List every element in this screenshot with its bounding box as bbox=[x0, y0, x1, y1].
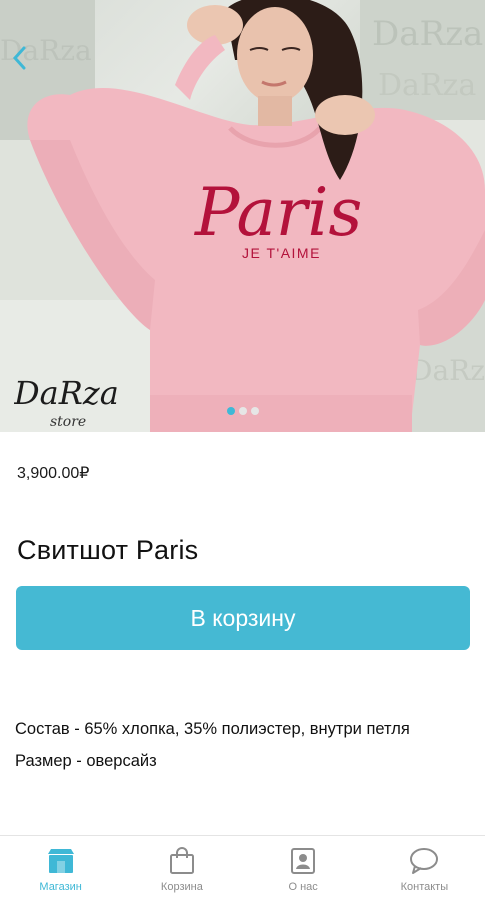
svg-text:DaRza: DaRza bbox=[378, 68, 476, 103]
nav-item-cart[interactable]: Корзина bbox=[121, 836, 242, 900]
description-line: Состав - 65% хлопка, 35% полиэстер, внут… bbox=[15, 720, 410, 738]
bottom-navigation: Магазин Корзина О нас Контакты bbox=[0, 835, 485, 900]
back-arrow-icon[interactable] bbox=[8, 40, 30, 76]
product-image-carousel[interactable]: DaRza DaRza DaRza DaRza Paris JE T'AIME bbox=[0, 0, 485, 432]
product-price: 3,900.00₽ bbox=[17, 465, 90, 482]
nav-item-contacts[interactable]: Контакты bbox=[364, 836, 485, 900]
store-icon bbox=[45, 846, 77, 876]
nav-label: Магазин bbox=[39, 881, 82, 893]
carousel-dot[interactable] bbox=[226, 407, 235, 415]
product-photo: DaRza DaRza DaRza DaRza Paris JE T'AIME bbox=[0, 0, 485, 432]
brand-logo: DaRza store bbox=[14, 374, 119, 430]
carousel-dot[interactable] bbox=[238, 407, 247, 415]
nav-label: Контакты bbox=[400, 881, 449, 893]
description-line: Размер - оверсайз bbox=[15, 752, 157, 770]
sweater-print-main: Paris bbox=[194, 174, 362, 251]
svg-text:DaRza: DaRza bbox=[410, 354, 485, 387]
chat-bubble-icon bbox=[408, 846, 440, 876]
nav-label: О нас bbox=[288, 881, 318, 893]
svg-text:DaRza: DaRza bbox=[372, 14, 483, 54]
shopping-bag-icon bbox=[166, 846, 198, 876]
contact-card-icon bbox=[287, 846, 319, 876]
nav-label: Корзина bbox=[160, 881, 203, 893]
nav-item-store[interactable]: Магазин bbox=[0, 836, 121, 900]
product-title: Свитшот Paris bbox=[17, 535, 199, 565]
sweater-print-sub: JE T'AIME bbox=[242, 245, 321, 261]
carousel-dot[interactable] bbox=[250, 407, 259, 415]
add-to-cart-button[interactable]: В корзину bbox=[16, 586, 470, 650]
carousel-indicator bbox=[0, 407, 485, 419]
nav-item-about[interactable]: О нас bbox=[243, 836, 364, 900]
product-description: Состав - 65% хлопка, 35% полиэстер, внут… bbox=[15, 713, 475, 777]
